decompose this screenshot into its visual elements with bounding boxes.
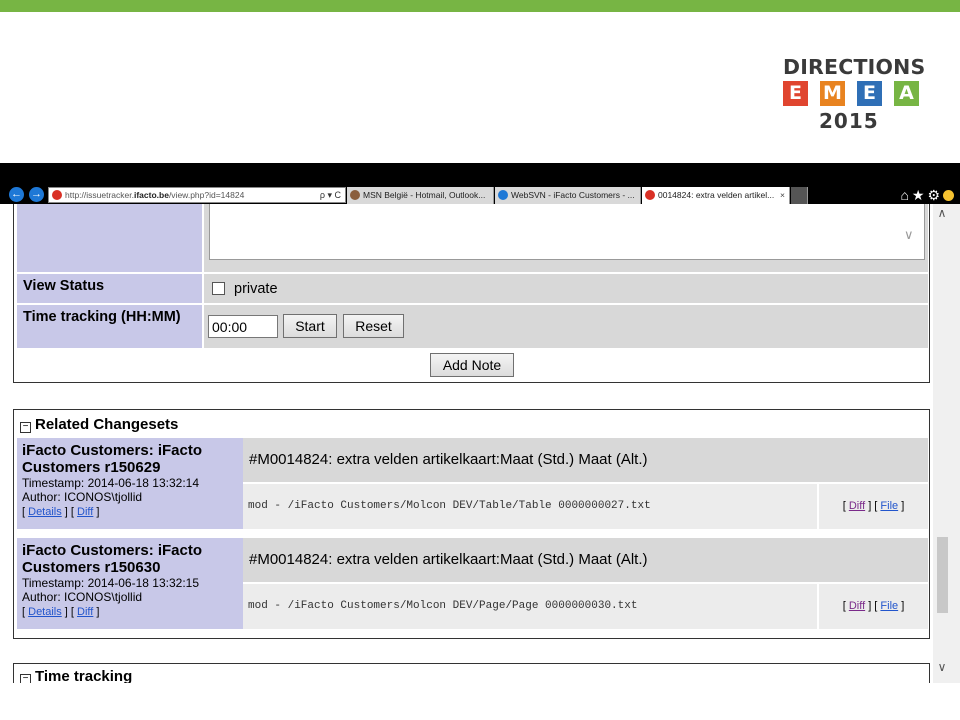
tab-msn[interactable]: MSN België - Hotmail, Outlook... <box>347 187 494 204</box>
issue-favicon-icon <box>645 190 655 200</box>
changeset-file: mod - /iFacto Customers/Molcon DEV/Table… <box>243 484 817 529</box>
logo-letter-a: A <box>894 81 919 106</box>
browser-toolbar: ← → http://issuetracker.ifacto.be/view.p… <box>0 163 960 204</box>
changeset-message: #M0014824: extra velden artikelkaart:Maa… <box>243 538 928 582</box>
site-favicon-icon <box>52 190 62 200</box>
changeset-links: [ Details ] [ Diff ] <box>22 606 100 618</box>
note-cell: ∨ <box>204 204 928 272</box>
time-input[interactable] <box>208 315 278 338</box>
directions-emea-logo: DIRECTIONS E M E A 2015 <box>783 55 926 135</box>
address-bar[interactable]: http://issuetracker.ifacto.be/view.php?i… <box>48 187 346 203</box>
address-prefix: http://issuetracker. <box>65 190 134 200</box>
ie-icon <box>498 190 508 200</box>
changeset-author: Author: ICONOS\tjollid <box>22 590 143 604</box>
changeset-title: iFacto Customers: iFacto Customers r1506… <box>22 542 203 576</box>
scroll-down-icon[interactable]: ∨ <box>933 660 951 674</box>
collapse-icon[interactable]: − <box>20 674 31 683</box>
diff-link[interactable]: Diff <box>77 606 93 618</box>
logo-word: DIRECTIONS <box>783 55 926 79</box>
file-diff-link[interactable]: Diff <box>849 600 865 612</box>
logo-letter-e2: E <box>857 81 882 106</box>
new-tab-button[interactable] <box>791 187 808 204</box>
browser-icons[interactable]: ⌂★⚙ <box>900 187 954 204</box>
note-form-panel: ∨ View Status private Time tracking (HH:… <box>13 204 930 383</box>
details-link[interactable]: Details <box>28 606 62 618</box>
note-textarea[interactable] <box>209 204 925 260</box>
home-star-gear-icon[interactable]: ⌂★⚙ <box>900 187 943 203</box>
details-link[interactable]: Details <box>28 506 62 518</box>
changeset-timestamp: Timestamp: 2014-06-18 13:32:14 <box>22 476 199 490</box>
time-tracking-cell: Start Reset <box>204 305 928 348</box>
time-tracking-title-text: Time tracking <box>35 668 133 683</box>
tab-issue-label: 0014824: extra velden artikel... <box>658 190 775 200</box>
forward-arrow-icon[interactable]: → <box>29 187 44 202</box>
time-tracking-title[interactable]: − Time tracking <box>20 668 132 683</box>
changeset-author: Author: ICONOS\tjollid <box>22 490 143 504</box>
collapse-icon[interactable]: − <box>20 422 31 433</box>
tab-close-icon[interactable]: × <box>780 187 785 203</box>
private-checkbox[interactable] <box>212 282 225 295</box>
changeset-file-actions: [ Diff ] [ File ] <box>819 484 928 529</box>
address-host: ifacto.be <box>133 190 169 200</box>
changeset-info: iFacto Customers: iFacto Customers r1506… <box>17 538 243 629</box>
view-status-label: View Status <box>17 274 202 303</box>
back-arrow-icon[interactable]: ← <box>9 187 24 202</box>
file-file-link[interactable]: File <box>880 600 898 612</box>
time-tracking-panel: − Time tracking <box>13 663 930 683</box>
logo-year: 2015 <box>819 109 879 133</box>
logo-letter-m: M <box>820 81 845 106</box>
time-tracking-label: Time tracking (HH:MM) <box>17 305 202 348</box>
green-top-bar <box>0 0 960 12</box>
address-path: /view.php?id=14824 <box>168 190 245 200</box>
changeset-links: [ Details ] [ Diff ] <box>22 506 100 518</box>
browser-screenshot: ← → http://issuetracker.ifacto.be/view.p… <box>0 163 960 683</box>
page-content: ∨ View Status private Time tracking (HH:… <box>0 204 933 683</box>
changeset-file: mod - /iFacto Customers/Molcon DEV/Page/… <box>243 584 817 629</box>
file-file-link[interactable]: File <box>880 500 898 512</box>
chevron-down-icon: ∨ <box>904 227 914 242</box>
diff-link[interactable]: Diff <box>77 506 93 518</box>
msn-icon <box>350 190 360 200</box>
changeset-info: iFacto Customers: iFacto Customers r1506… <box>17 438 243 529</box>
add-note-button[interactable]: Add Note <box>430 353 514 377</box>
tab-issue[interactable]: 0014824: extra velden artikel... × <box>642 187 790 204</box>
changeset-timestamp: Timestamp: 2014-06-18 13:32:15 <box>22 576 199 590</box>
tab-websvn-label: WebSVN - iFacto Customers - ... <box>511 190 635 200</box>
vertical-scrollbar[interactable]: ∧ ∨ <box>933 204 951 683</box>
changeset-title: iFacto Customers: iFacto Customers r1506… <box>22 442 203 476</box>
view-status-cell: private <box>204 274 928 303</box>
related-changesets-title[interactable]: − Related Changesets <box>20 416 178 433</box>
logo-letter-e1: E <box>783 81 808 106</box>
file-diff-link[interactable]: Diff <box>849 500 865 512</box>
scroll-thumb[interactable] <box>937 537 948 613</box>
scroll-up-icon[interactable]: ∧ <box>933 206 951 220</box>
related-changesets-panel: − Related Changesets iFacto Customers: iF… <box>13 409 930 639</box>
note-label-cell <box>17 204 202 272</box>
slide: DIRECTIONS E M E A 2015 ← → http://issue… <box>0 0 960 720</box>
reset-button[interactable]: Reset <box>343 314 404 338</box>
feedback-smiley-icon[interactable] <box>943 190 954 201</box>
tab-msn-label: MSN België - Hotmail, Outlook... <box>363 190 486 200</box>
start-button[interactable]: Start <box>283 314 337 338</box>
changeset-file-actions: [ Diff ] [ File ] <box>819 584 928 629</box>
private-label: private <box>234 281 278 297</box>
changeset-message: #M0014824: extra velden artikelkaart:Maa… <box>243 438 928 482</box>
related-title-text: Related Changesets <box>35 416 179 433</box>
tab-websvn[interactable]: WebSVN - iFacto Customers - ... <box>495 187 641 204</box>
address-tools[interactable]: ρ ▾ C <box>320 188 341 202</box>
